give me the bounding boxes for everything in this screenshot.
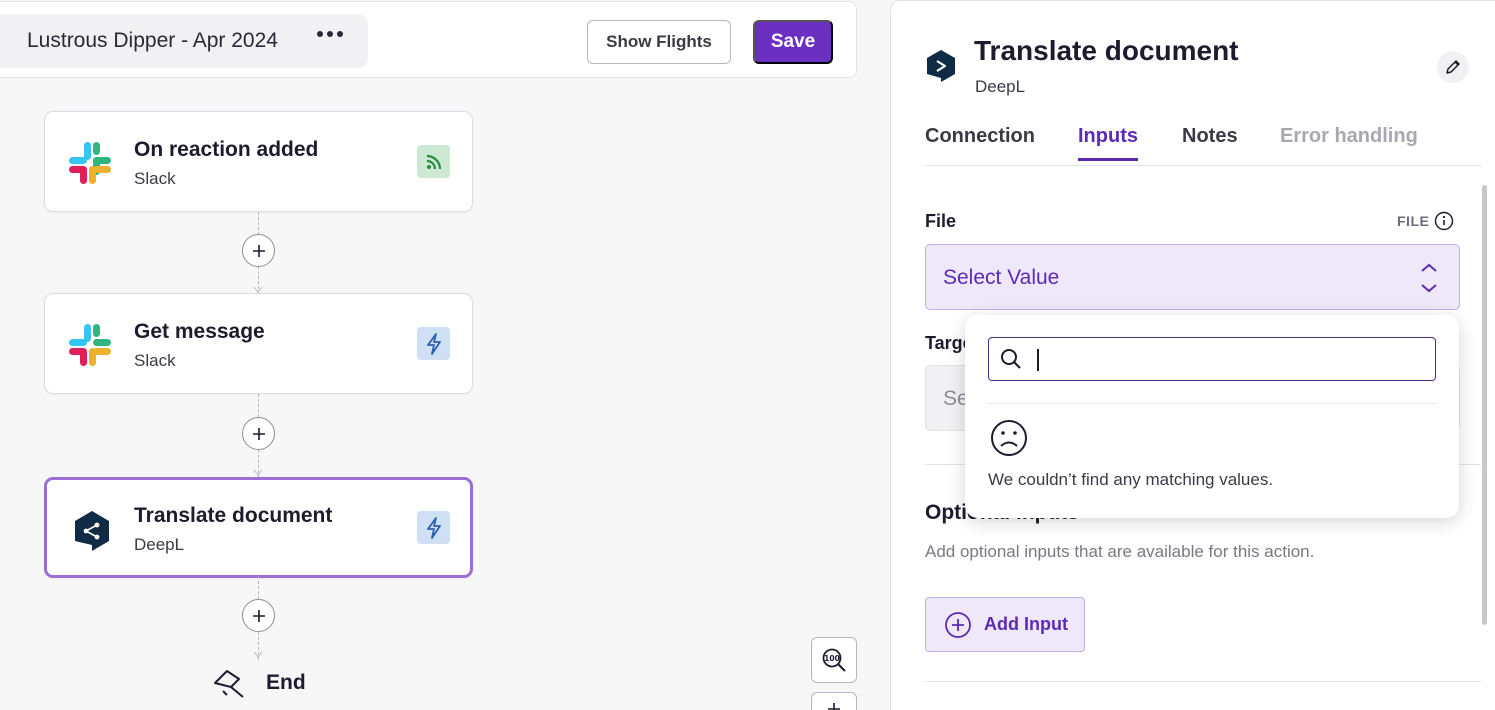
end-label: End	[266, 671, 306, 694]
step-title: Translate document	[134, 504, 333, 527]
section-divider	[925, 681, 1481, 682]
zoom-100-icon: 100	[822, 648, 846, 672]
flow-name-box[interactable]: Lustrous Dipper - Apr 2024	[0, 14, 368, 68]
step-app-name: Slack	[134, 351, 176, 370]
flow-end: End	[212, 666, 306, 700]
action-badge	[417, 511, 450, 544]
slack-logo-icon	[69, 324, 111, 366]
dropdown-search-input[interactable]	[988, 337, 1436, 381]
pencil-icon	[1446, 60, 1460, 74]
plus-icon	[828, 703, 840, 710]
plus-icon	[252, 609, 265, 622]
file-select-placeholder: Select Value	[943, 266, 1060, 289]
add-step-button[interactable]	[242, 234, 275, 267]
tab-inputs[interactable]: Inputs	[1078, 125, 1138, 161]
flow-header: Lustrous Dipper - Apr 2024 Show Flights …	[0, 1, 857, 78]
flow-canvas[interactable]: Lustrous Dipper - Apr 2024 Show Flights …	[0, 0, 890, 710]
flow-step-translate-document[interactable]: Translate document DeepL	[44, 477, 473, 578]
flow-step-get-message[interactable]: Get message Slack	[44, 293, 473, 394]
flow-name[interactable]: Lustrous Dipper - Apr 2024	[27, 29, 278, 53]
search-icon	[1001, 349, 1021, 369]
sad-face-icon	[991, 420, 1027, 456]
add-step-button[interactable]	[242, 599, 275, 632]
deepl-logo-icon	[75, 511, 109, 551]
info-icon[interactable]	[1434, 211, 1454, 231]
step-app-name: Slack	[134, 169, 176, 188]
flag-icon	[214, 670, 244, 698]
add-input-label: Add Input	[984, 614, 1068, 634]
zoom-reset-button[interactable]: 100	[811, 637, 857, 683]
svg-text:100: 100	[824, 654, 840, 663]
panel-title: Translate document	[974, 35, 1239, 66]
lightning-icon	[426, 332, 441, 355]
edit-step-button[interactable]	[1437, 51, 1469, 83]
add-input-button[interactable]: Add Input	[925, 597, 1085, 652]
optional-inputs-description: Add optional inputs that are available f…	[925, 542, 1315, 561]
panel-scrollbar[interactable]	[1481, 171, 1488, 671]
value-dropdown: We couldn’t find any matching values.	[965, 315, 1459, 518]
panel-app-name: DeepL	[975, 77, 1026, 96]
file-select[interactable]: Select Value	[925, 244, 1460, 310]
step-app-name: DeepL	[134, 535, 185, 554]
rss-icon	[426, 154, 441, 169]
tab-notes[interactable]: Notes	[1182, 125, 1238, 158]
step-title: Get message	[134, 320, 265, 343]
arrow-down-icon	[253, 469, 263, 476]
text-cursor	[1037, 349, 1039, 371]
show-flights-button[interactable]: Show Flights	[587, 20, 731, 64]
panel-tabs: Connection Inputs Notes Error handling	[925, 125, 1481, 166]
file-field-label: File	[925, 211, 957, 231]
arrow-down-icon	[253, 651, 263, 658]
chevron-updown-icon	[1421, 263, 1437, 293]
dropdown-divider	[988, 403, 1436, 404]
file-type-label: FILE	[1397, 213, 1430, 229]
tab-error-handling: Error handling	[1280, 125, 1418, 147]
flow-step-on-reaction-added[interactable]: On reaction added Slack	[44, 111, 473, 212]
plus-circle-icon	[945, 611, 971, 638]
save-button[interactable]: Save	[753, 20, 833, 64]
scrollbar-thumb[interactable]	[1482, 185, 1487, 625]
trigger-badge	[417, 145, 450, 178]
plus-icon	[252, 427, 265, 440]
slack-logo-icon	[69, 142, 111, 184]
empty-state-message: We couldn’t find any matching values.	[988, 470, 1274, 489]
action-badge	[417, 327, 450, 360]
zoom-in-button[interactable]	[811, 692, 857, 710]
lightning-icon	[426, 516, 441, 539]
add-step-button[interactable]	[242, 417, 275, 450]
more-options-icon[interactable]	[317, 28, 347, 40]
plus-icon	[252, 244, 265, 257]
deepl-logo-icon	[927, 50, 955, 82]
tab-connection[interactable]: Connection	[925, 125, 1035, 158]
step-title: On reaction added	[134, 138, 319, 161]
